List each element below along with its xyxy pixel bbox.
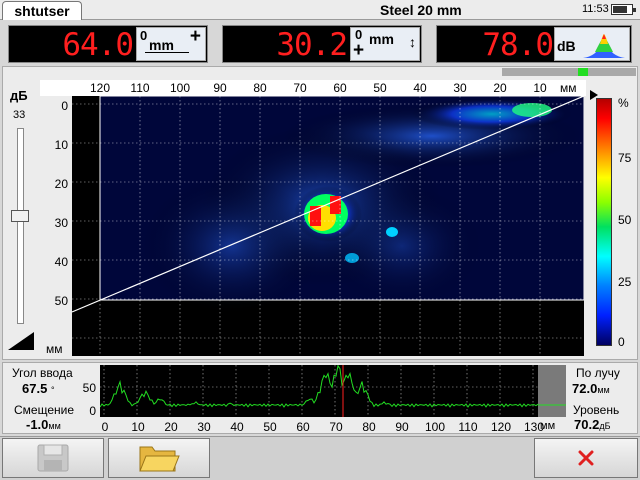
scale-tick: 0 (618, 335, 625, 349)
bscan-x-tick: 10 (533, 81, 547, 95)
unit-label: mm (369, 31, 394, 47)
open-folder-button[interactable] (108, 438, 210, 478)
ascan-x-tick: 90 (395, 420, 409, 434)
bscan-x-tick: 40 (413, 81, 427, 95)
close-icon (578, 450, 594, 466)
scan-progress-marker (578, 68, 588, 76)
top-bar (0, 0, 640, 20)
ascan-end-zone (538, 365, 566, 417)
ascan-x-tick: 70 (329, 420, 343, 434)
offset-label: Смещение (14, 403, 75, 417)
ascan-x-tick: 80 (362, 420, 376, 434)
beam-label: По лучу (576, 366, 620, 380)
gain-value: 33 (13, 109, 26, 121)
plus-icon: + (353, 40, 365, 61)
angle-label: Угол ввода (12, 366, 73, 380)
bscan-x-tick: 110 (130, 81, 150, 95)
save-button[interactable] (2, 438, 104, 478)
offset-value: -1.0мм (26, 417, 61, 432)
bscan-x-tick: 70 (293, 81, 307, 95)
bscan-x-tick: 90 (213, 81, 227, 95)
unit-box: 0 mm + ↕ (350, 27, 420, 61)
tab-shtutser[interactable]: shtutser (2, 1, 82, 20)
angle-value: 67.5 ° (22, 381, 55, 396)
floppy-disk-icon (37, 444, 69, 472)
bscan-x-unit: мм (560, 81, 577, 95)
bscan-x-tick: 30 (453, 81, 467, 95)
readout-value: 64.0 (62, 27, 134, 63)
bscan-y-tick: 40 (54, 255, 68, 269)
level-value: 70.2дБ (574, 417, 611, 432)
readout-value: 78.0 (482, 27, 554, 63)
bscan-y-tick: 0 (61, 99, 68, 113)
scan-progress-track (502, 68, 636, 76)
readout-gain[interactable]: 78.0 dB (436, 25, 632, 63)
scale-pointer-icon (590, 90, 598, 100)
ascan-y-tick: 0 (89, 404, 96, 418)
scale-tick: 75 (618, 151, 632, 165)
scale-tick: 50 (618, 213, 632, 227)
scale-tick: % (618, 96, 629, 110)
bscan-y-tick: 10 (54, 138, 68, 152)
ascan-x-tick: 110 (458, 420, 478, 434)
amplitude-scale (596, 98, 612, 346)
bscan-image[interactable] (72, 96, 584, 356)
ascan-x-tick: 10 (131, 420, 145, 434)
ascan-x-tick: 40 (230, 420, 244, 434)
bscan-x-tick: 50 (373, 81, 387, 95)
close-button[interactable] (534, 438, 638, 478)
unit-box: 0 mm + (136, 26, 206, 61)
readout-distance[interactable]: 30.2 0 mm + ↕ (222, 25, 422, 63)
ascan-x-tick: 120 (490, 420, 512, 434)
clock: 11:53 (582, 3, 609, 15)
bscan-x-tick: 120 (89, 81, 111, 95)
bscan-y-tick: 50 (54, 294, 68, 308)
dimension-arrow-icon (145, 52, 189, 53)
gain-label: дБ (10, 88, 28, 103)
material-title: Steel 20 mm (380, 2, 462, 18)
readout-depth[interactable]: 64.0 0 mm + (8, 25, 208, 63)
bscan-x-tick: 100 (169, 81, 191, 95)
ascan-x-unit: мм (540, 420, 556, 432)
wedge-icon (8, 332, 34, 350)
plus-icon: + (189, 26, 201, 47)
gain-slider[interactable] (17, 128, 24, 324)
gain-peak-icon (583, 34, 625, 58)
scale-tick: 25 (618, 275, 632, 289)
bscan-y-tick: 20 (54, 177, 68, 191)
unit-label: mm (149, 37, 174, 53)
beam-value: 72.0мм (572, 381, 610, 396)
ascan-x-tick: 20 (164, 420, 178, 434)
ascan-x-tick: 60 (296, 420, 310, 434)
readout-value: 30.2 (276, 27, 348, 63)
ascan-plot[interactable] (100, 365, 566, 417)
battery-icon (611, 4, 636, 15)
ascan-x-tick: 0 (101, 420, 109, 434)
ascan-x-tick: 100 (424, 420, 446, 434)
bscan-x-tick: 20 (493, 81, 507, 95)
unit-box: dB (554, 27, 630, 61)
vertical-arrow-icon: ↕ (409, 34, 416, 50)
ascan-y-tick: 50 (82, 381, 96, 395)
gain-slider-thumb[interactable] (11, 210, 29, 222)
unit-label: dB (557, 38, 576, 54)
level-label: Уровень (573, 403, 620, 417)
bscan-x-tick: 60 (333, 81, 347, 95)
folder-icon (139, 446, 180, 472)
bscan-y-tick: 30 (54, 216, 68, 230)
bscan-x-tick: 80 (253, 81, 267, 95)
ascan-x-tick: 30 (197, 420, 211, 434)
bscan-y-unit: мм (46, 342, 63, 356)
ascan-x-tick: 50 (263, 420, 277, 434)
